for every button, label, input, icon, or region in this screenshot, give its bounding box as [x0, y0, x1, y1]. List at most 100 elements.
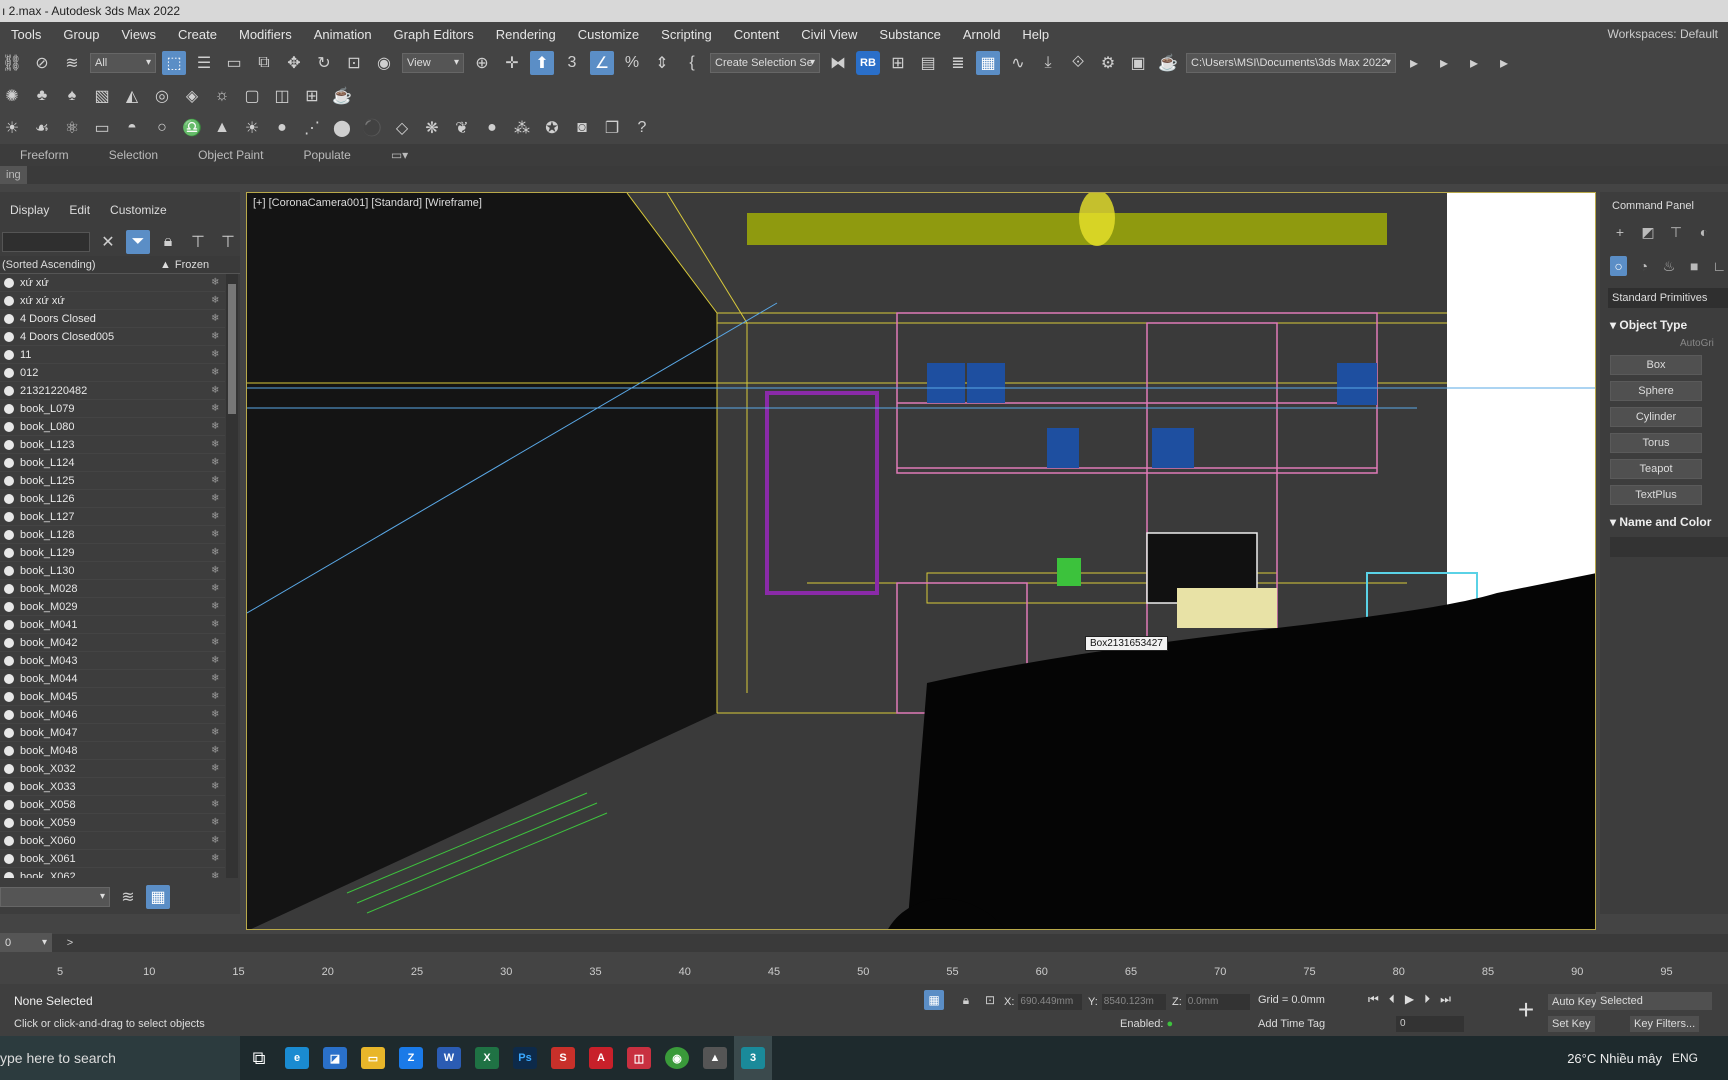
menu-help[interactable]: Help — [1011, 27, 1060, 42]
list-item[interactable]: book_M044 ❄ — [0, 670, 225, 688]
timeline-ruler[interactable]: 5 10 15 20 25 30 35 40 45 50 55 60 65 70 75 80 85 90 95 — [0, 952, 1728, 984]
named-selection-set-select[interactable]: Create Selection Se — [710, 53, 820, 73]
lock-toggle-icon[interactable]: 🔒︎ — [956, 990, 976, 1010]
list-item[interactable]: book_L124 ❄ — [0, 454, 225, 472]
visibility-eye-icon[interactable] — [4, 601, 14, 612]
list-item[interactable]: book_L080 ❄ — [0, 418, 225, 436]
render-setup-icon[interactable]: ⚙ — [1096, 51, 1120, 75]
sphere-material-icon[interactable]: ● — [480, 116, 504, 140]
list-item[interactable]: book_M046 ❄ — [0, 706, 225, 724]
menu-group[interactable]: Group — [52, 27, 110, 42]
list-item[interactable]: book_M048 ❄ — [0, 742, 225, 760]
photos-icon[interactable]: ▲ — [696, 1036, 734, 1080]
list-item[interactable]: book_X062 ❄ — [0, 868, 225, 878]
visibility-eye-icon[interactable] — [4, 493, 14, 504]
key-mode-select[interactable]: Selected — [1596, 992, 1712, 1010]
visibility-eye-icon[interactable] — [4, 763, 14, 774]
word-icon[interactable]: W — [430, 1036, 468, 1080]
list-item[interactable]: 21321220482 ❄ — [0, 382, 225, 400]
set-key-icon[interactable]: + — [1504, 994, 1548, 1026]
object-name-field[interactable] — [1610, 537, 1728, 557]
material-icon[interactable]: ⬤ — [330, 116, 354, 140]
frozen-icon[interactable]: ❄ — [211, 529, 225, 540]
time-slider[interactable]: 0 > — [0, 933, 1728, 953]
frozen-icon[interactable]: ❄ — [211, 835, 225, 846]
ies-light-icon[interactable]: ♎ — [180, 116, 204, 140]
current-frame-field[interactable]: 0 — [1396, 1016, 1464, 1032]
visibility-eye-icon[interactable] — [4, 619, 14, 630]
visibility-eye-icon[interactable] — [4, 673, 14, 684]
frozen-icon[interactable]: ❄ — [211, 439, 225, 450]
hair-icon[interactable]: ⋰ — [300, 116, 324, 140]
list-item[interactable]: 4 Doors Closed ❄ — [0, 310, 225, 328]
next-frame-icon[interactable]: > — [58, 935, 82, 951]
keyboard-shortcut-override-icon[interactable]: ⬆ — [530, 51, 554, 75]
frozen-icon[interactable]: ❄ — [211, 601, 225, 612]
frozen-icon[interactable]: ❄ — [211, 871, 225, 878]
list-item[interactable]: book_M047 ❄ — [0, 724, 225, 742]
frozen-icon[interactable]: ❄ — [211, 781, 225, 792]
primitive-category-select[interactable]: Standard Primitives — [1608, 288, 1728, 308]
mirror-icon[interactable]: ⧓ — [826, 51, 850, 75]
teapot-button[interactable]: Teapot — [1610, 459, 1702, 479]
taskbar-search[interactable]: ype here to search — [0, 1036, 240, 1080]
frozen-icon[interactable]: ❄ — [211, 457, 225, 468]
list-item[interactable]: book_L123 ❄ — [0, 436, 225, 454]
list-item[interactable]: book_L079 ❄ — [0, 400, 225, 418]
file-explorer-icon[interactable]: ▭ — [354, 1036, 392, 1080]
menu-create[interactable]: Create — [167, 27, 228, 42]
rotate-icon[interactable]: ↻ — [312, 51, 336, 75]
toggle-layer-icon[interactable]: ≣ — [946, 51, 970, 75]
list-item[interactable]: xứ xứ ❄ — [0, 274, 225, 292]
selection-filter-select[interactable]: All — [90, 53, 156, 73]
menu-rendering[interactable]: Rendering — [485, 27, 567, 42]
teapot-icon[interactable]: ☕ — [330, 84, 354, 108]
frozen-icon[interactable]: ❄ — [211, 817, 225, 828]
visibility-eye-icon[interactable] — [4, 835, 14, 846]
dome-light-icon[interactable]: ◓ — [120, 116, 144, 140]
light-settings-icon[interactable]: ⚛ — [60, 116, 84, 140]
se-menu-edit[interactable]: Edit — [59, 203, 100, 217]
clear-search-icon[interactable]: ✕ — [96, 230, 120, 254]
color-picker-icon[interactable]: ✪ — [540, 116, 564, 140]
cameras-icon[interactable]: ■ — [1686, 256, 1703, 276]
hierarchy-tab-icon[interactable]: ⊤ — [1666, 222, 1686, 242]
window-crossing-icon[interactable]: ⧉ — [252, 51, 276, 75]
layer-icon[interactable]: ⊤ — [216, 230, 240, 254]
layer-explorer-icon[interactable]: ▤ — [916, 51, 940, 75]
frozen-icon[interactable]: ❄ — [211, 403, 225, 414]
visibility-eye-icon[interactable] — [4, 691, 14, 702]
frozen-icon[interactable]: ❄ — [211, 385, 225, 396]
frame-icon[interactable]: ◫ — [270, 84, 294, 108]
autogrid-checkbox[interactable]: AutoGri — [1600, 332, 1728, 349]
unlink-icon[interactable]: ⊘ — [30, 51, 54, 75]
cube-icon[interactable]: ▢ — [240, 84, 264, 108]
menu-animation[interactable]: Animation — [303, 27, 383, 42]
visibility-eye-icon[interactable] — [4, 655, 14, 666]
menu-scripting[interactable]: Scripting — [650, 27, 723, 42]
autocad-icon[interactable]: A — [582, 1036, 620, 1080]
frozen-icon[interactable]: ❄ — [211, 421, 225, 432]
column-frozen[interactable]: Frozen — [171, 259, 209, 271]
visibility-eye-icon[interactable] — [4, 799, 14, 810]
weather-widget[interactable]: 26°C Nhiều mây — [1567, 1051, 1672, 1066]
shapes-icon[interactable]: ◔ — [1635, 256, 1652, 276]
snap-3d-icon[interactable]: 3 — [560, 51, 584, 75]
rendered-frame-icon[interactable]: ▣ — [1126, 51, 1150, 75]
project-create-icon[interactable]: ▸ — [1432, 51, 1456, 75]
material-editor-icon[interactable]: ⟐ — [1066, 51, 1090, 75]
bind-spacewarp-icon[interactable]: ≋ — [60, 51, 84, 75]
project-open-icon[interactable]: ▸ — [1462, 51, 1486, 75]
key-filters-button[interactable]: Key Filters... — [1630, 1016, 1700, 1032]
hierarchy-icon[interactable]: ⊤ — [186, 230, 210, 254]
visibility-eye-icon[interactable] — [4, 457, 14, 468]
scrollbar-thumb[interactable] — [228, 284, 236, 414]
ribbon-toggle-icon[interactable]: ▦ — [976, 51, 1000, 75]
lock-icon[interactable]: 🔒︎ — [156, 230, 180, 254]
visibility-eye-icon[interactable] — [4, 439, 14, 450]
object-type-rollout[interactable]: ▾ Object Type — [1600, 308, 1728, 332]
menu-graph-editors[interactable]: Graph Editors — [383, 27, 485, 42]
camera-viewport[interactable]: [+] [CoronaCamera001] [Standard] [Wirefr… — [246, 192, 1596, 930]
visibility-eye-icon[interactable] — [4, 403, 14, 414]
sun-light-icon[interactable]: ☀ — [240, 116, 264, 140]
